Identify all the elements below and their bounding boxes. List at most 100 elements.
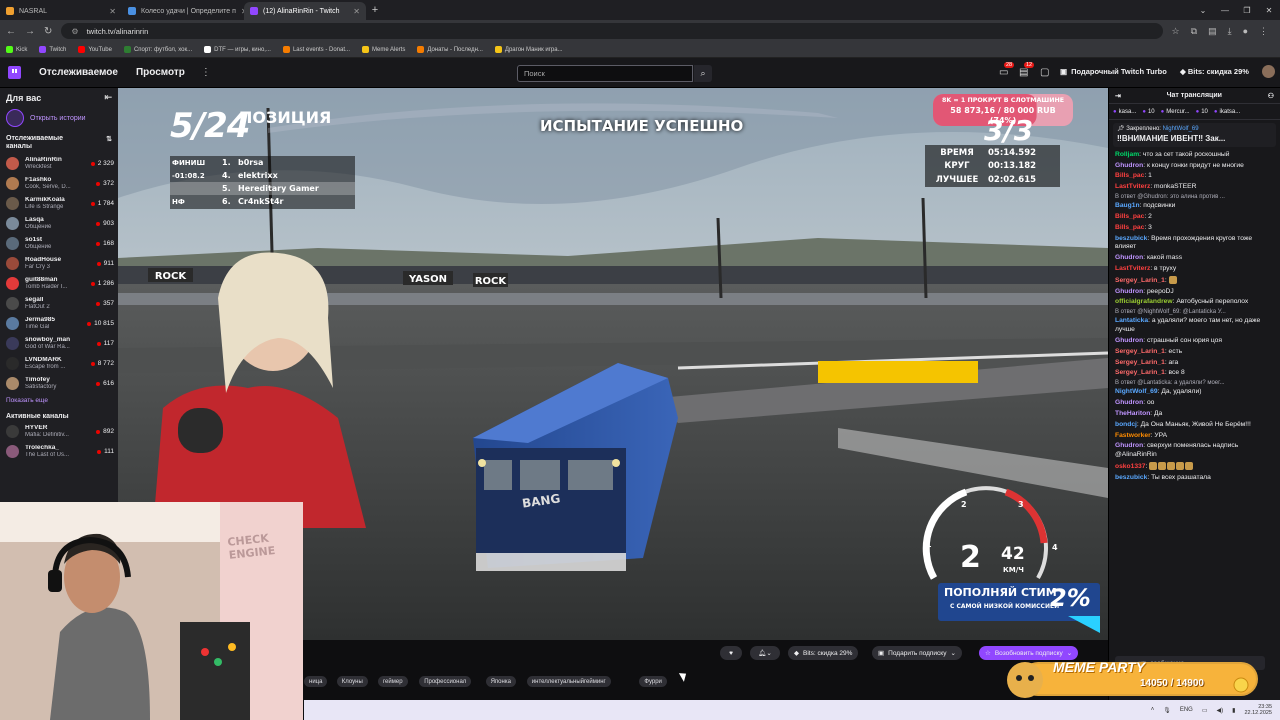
nav-browse[interactable]: Просмотр — [136, 67, 185, 78]
show-more-link[interactable]: Показать еще — [0, 394, 118, 407]
bookmark-star-icon[interactable]: ☆ — [1172, 26, 1180, 37]
chat-message[interactable]: Bills_pac: 2 — [1109, 212, 1280, 223]
tab-close-icon[interactable]: ✕ — [109, 7, 116, 16]
chat-message[interactable]: LastTviterz: в труху — [1109, 264, 1280, 275]
sidebar-channel[interactable]: guit88man Tomb Raider I... 1 286 — [0, 274, 118, 294]
stream-tag[interactable]: геймер — [378, 676, 408, 687]
bookmark-item[interactable]: Драгон Маник игра... — [494, 46, 563, 53]
chat-message[interactable]: Ghudron: оо — [1109, 398, 1280, 409]
open-stories-button[interactable]: Открыть истории — [0, 107, 118, 129]
new-tab-button[interactable]: + — [366, 0, 384, 20]
bookmark-item[interactable]: Last events - Donat... — [282, 46, 350, 53]
bookmark-item[interactable]: Kick — [6, 46, 27, 53]
chat-username[interactable]: Sergey_Larin_1 — [1115, 348, 1165, 355]
chat-username[interactable]: Ghudron — [1115, 442, 1143, 449]
sidebar-channel[interactable]: Lasqa Общение 903 — [0, 214, 118, 234]
chat-message[interactable]: Sergey_Larin_1: есть — [1109, 347, 1280, 358]
battery-icon[interactable]: ▮ — [1232, 707, 1235, 714]
collapse-sidebar-icon[interactable]: ⇤ — [104, 92, 112, 103]
gift-leader[interactable]: 10 — [1142, 109, 1155, 115]
bookmark-item[interactable]: Донаты - Последн... — [417, 46, 483, 53]
chat-username[interactable]: Lantaticka — [1115, 317, 1148, 324]
site-info-icon[interactable]: ⚙ — [71, 27, 78, 36]
chat-username[interactable]: Baug1n — [1115, 202, 1140, 209]
sidebar-channel[interactable]: F1ashko Cook, Serve, D... 372 — [0, 174, 118, 194]
browser-tab[interactable]: NASRAL ✕ — [0, 2, 122, 20]
bookmark-item[interactable]: Twitch — [39, 46, 66, 53]
tray-up-icon[interactable]: ˄ — [1151, 707, 1155, 713]
stream-tag[interactable]: Профессионал — [419, 676, 472, 687]
chat-username[interactable]: Rolljam — [1115, 151, 1139, 158]
browser-tab[interactable]: (12) AlinaRinRin - Twitch ✕ — [244, 2, 366, 20]
stream-tag[interactable]: Японка — [485, 676, 516, 687]
sidebar-channel[interactable]: KarmikKoala Life is Strange 1 784 — [0, 194, 118, 214]
stream-tag[interactable]: Фурри — [639, 676, 667, 687]
chat-message[interactable]: Ghudron: к концу гонки придут не многие — [1109, 161, 1280, 172]
chat-message[interactable]: Ghudron: какой mass — [1109, 253, 1280, 264]
chat-message[interactable]: TheHariton: Да — [1109, 409, 1280, 420]
chat-username[interactable]: officialgrafandrew — [1115, 298, 1173, 305]
sidepanel-icon[interactable]: ▤ — [1208, 26, 1217, 37]
chat-username[interactable]: Ghudron — [1115, 288, 1143, 295]
chat-username[interactable]: bondcj — [1115, 421, 1137, 428]
bookmark-item[interactable]: Meme Alerts — [362, 46, 405, 53]
sidebar-channel[interactable]: Trolechka_ The Last of Us... 111 — [0, 442, 118, 462]
chat-message[interactable]: Sergey_Larin_1: все 8 — [1109, 368, 1280, 379]
sidebar-channel[interactable]: Timofey Satisfactory 616 — [0, 374, 118, 394]
sidebar-channel[interactable]: HYVER Mafia: Definitiv... 892 — [0, 422, 118, 442]
bookmark-item[interactable]: DTF — игры, кино,... — [204, 46, 271, 53]
chat-message[interactable]: beszubick: Время прохождения кругов тоже… — [1109, 234, 1280, 254]
tab-close-icon[interactable]: ✕ — [353, 7, 360, 16]
chat-username[interactable]: Ghudron — [1115, 337, 1143, 344]
bookmark-item[interactable]: YouTube — [78, 46, 112, 53]
chat-username[interactable]: TheHariton — [1115, 410, 1150, 417]
gift-leader[interactable]: ikatsa... — [1214, 109, 1241, 115]
forward-icon[interactable]: → — [25, 26, 35, 37]
chat-username[interactable]: NightWolf_69 — [1115, 388, 1158, 395]
chat-username[interactable]: Sergey_Larin_1 — [1115, 359, 1165, 366]
stream-tag[interactable]: ница — [304, 676, 328, 687]
gift-turbo-button[interactable]: ▣ Подарочный Twitch Turbo — [1060, 67, 1167, 76]
volume-icon[interactable]: ◀) — [1217, 707, 1224, 714]
chat-message[interactable]: Ghudron: сверхуи поменялась надпись @Ali… — [1109, 441, 1280, 461]
chat-message[interactable]: В ответ @NightWolf_69: @Lantaticka У... L… — [1109, 308, 1280, 336]
sidebar-channel[interactable]: LVNDMARK Escape from ... 8 772 — [0, 354, 118, 374]
chat-username[interactable]: osko1337 — [1115, 463, 1146, 470]
chat-message[interactable]: В ответ @Ghudron: это алина против ... Ba… — [1109, 193, 1280, 212]
chat-message[interactable]: officialgrafandrew: Автобусный переполох — [1109, 297, 1280, 308]
chat-username[interactable]: Bills_pac — [1115, 224, 1144, 231]
sidebar-channel[interactable]: AlinaRinRin Wreckfest 2 329 — [0, 154, 118, 174]
chat-message[interactable]: Sergey_Larin_1: ага — [1109, 358, 1280, 369]
whispers-icon[interactable]: ▢ — [1040, 67, 1049, 78]
chat-username[interactable]: Ghudron — [1115, 162, 1143, 169]
search-button[interactable]: ⌕ — [694, 65, 712, 82]
url-field[interactable]: ⚙ twitch.tv/alinarinrin — [61, 23, 1163, 39]
sidebar-channel[interactable]: snowboy_man God of War Ra... 117 — [0, 334, 118, 354]
language-indicator[interactable]: ENG — [1180, 707, 1193, 713]
chat-message[interactable]: В ответ @Lantaticka: а удаляли? моег... N… — [1109, 379, 1280, 398]
sidebar-channel[interactable]: Jerma985 Time Gal 10 815 — [0, 314, 118, 334]
chat-username[interactable]: Bills_pac — [1115, 172, 1144, 179]
chat-message[interactable]: LastTviterz: monkaSTEER — [1109, 182, 1280, 193]
notification-bell-button[interactable]: 🔔︎⌄ — [750, 646, 780, 660]
pinned-message[interactable]: 📌︎ Закреплено: NightWolf_69 ‼ВНИМАНИЕ ИВ… — [1113, 123, 1276, 147]
gift-leader[interactable]: kasa... — [1113, 109, 1137, 115]
nav-following[interactable]: Отслеживаемое — [39, 67, 118, 78]
chat-message[interactable]: Ghudron: peepoDJ — [1109, 287, 1280, 298]
extensions-icon[interactable]: ⧉ — [1191, 26, 1197, 37]
network-icon[interactable]: ▭ — [1202, 707, 1208, 714]
stream-tag[interactable]: интеллектуальныйгейминг — [526, 676, 611, 687]
more-options-icon[interactable]: ⋮ — [201, 67, 211, 78]
gift-leader[interactable]: 10 — [1196, 109, 1208, 115]
notifications-icon[interactable]: ▤ 12 — [1019, 62, 1035, 78]
chat-username[interactable]: Fastworker — [1115, 432, 1151, 439]
gift-sub-button[interactable]: ▣ Подарить подписку ⌄ — [872, 646, 962, 660]
bits-discount-button[interactable]: ◆ Bits: скидка 29% — [788, 646, 859, 660]
bookmark-item[interactable]: Спорт: футбол, хок... — [123, 46, 192, 53]
mic-icon[interactable]: 🎙︎ — [1163, 707, 1171, 714]
twitch-logo-icon[interactable] — [8, 66, 21, 79]
downloads-icon[interactable]: ⤓ — [1228, 26, 1232, 37]
maximize-button[interactable]: ❐ — [1236, 0, 1258, 20]
chat-message[interactable]: Fastworker: УРА — [1109, 431, 1280, 442]
menu-icon[interactable]: ⋮ — [1259, 26, 1268, 37]
